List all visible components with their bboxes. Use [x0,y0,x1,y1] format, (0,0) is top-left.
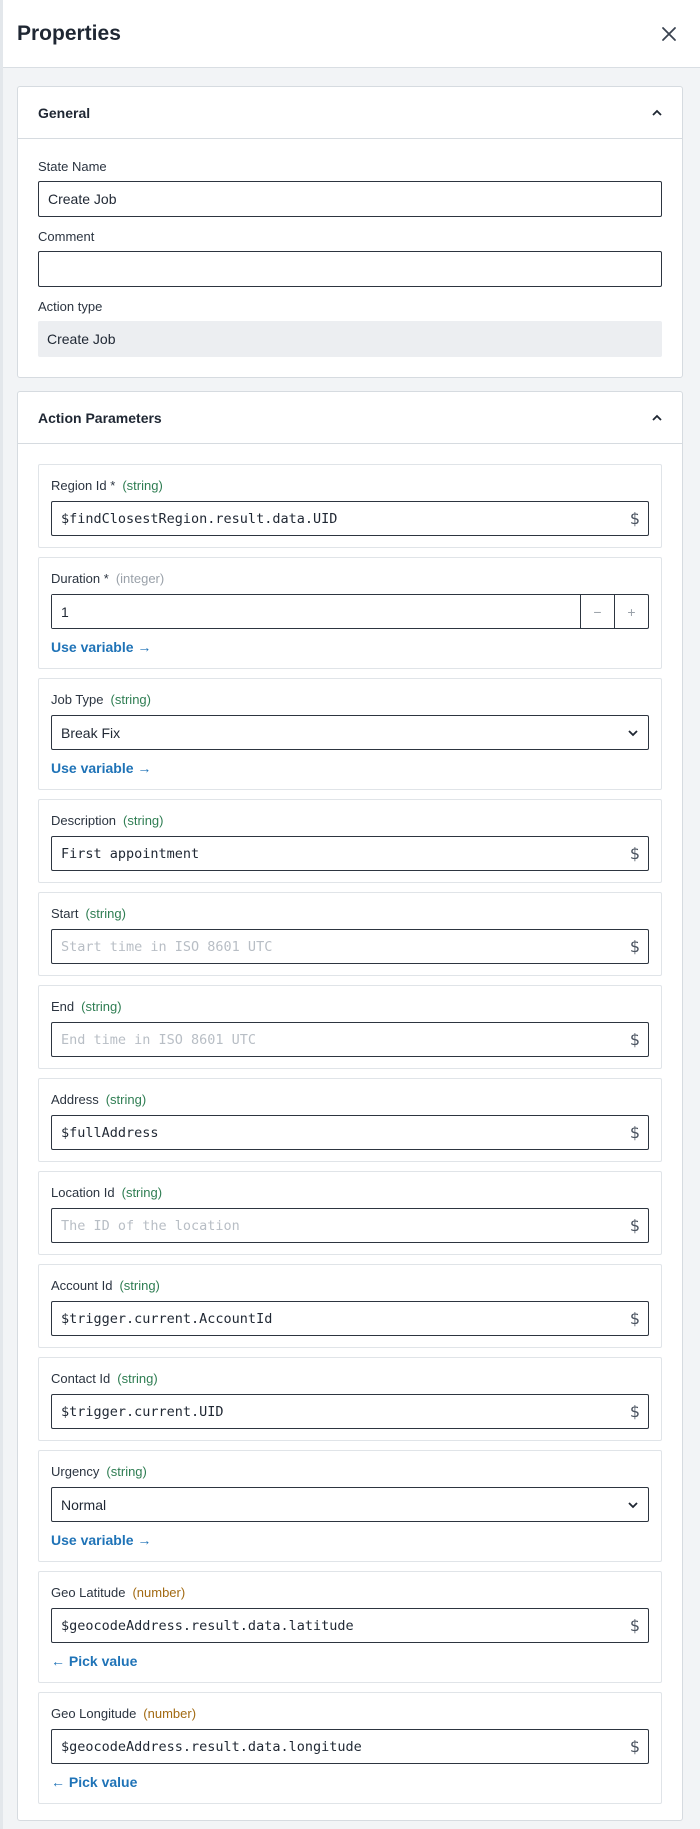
param-address: Address (string) $ [38,1078,662,1162]
page-title: Properties [17,21,121,45]
duration-input[interactable] [52,595,580,628]
action-type-value: Create Job [38,321,662,357]
select-value: Normal [61,1496,107,1513]
param-type: (string) [106,1464,147,1479]
param-label: Urgency [51,1464,100,1479]
action-parameters-section: Action Parameters Region Id * (string) $ [17,391,683,1821]
variable-picker-button[interactable]: $ [630,1395,640,1428]
location-id-input[interactable] [52,1209,648,1242]
properties-header: Properties [0,0,700,68]
param-urgency: Urgency (string) Normal Use variable → [38,1450,662,1562]
param-label: Location Id [51,1185,115,1200]
variable-picker-button[interactable]: $ [630,1023,640,1056]
use-variable-link[interactable]: Use variable → [51,639,151,655]
param-label: Geo Longitude [51,1706,137,1721]
use-variable-link[interactable]: Use variable → [51,760,151,776]
action-type-label: Action type [38,299,103,314]
start-input[interactable] [52,930,648,963]
urgency-select[interactable]: Normal [51,1487,649,1522]
chevron-down-icon [628,729,638,736]
close-icon [662,26,676,41]
param-geo-latitude: Geo Latitude (number) $ ← Pick value [38,1571,662,1683]
param-type: (string) [117,1371,158,1386]
param-type: (integer) [115,571,165,586]
account-id-input[interactable] [52,1302,648,1335]
variable-picker-button[interactable]: $ [630,1609,640,1642]
param-type: (number) [132,1585,186,1600]
contact-id-input[interactable] [52,1395,648,1428]
close-button[interactable] [655,20,683,48]
properties-content: General State Name Comment Action type C… [0,68,700,1821]
param-label: Address [51,1092,99,1107]
pick-value-link[interactable]: ← Pick value [51,1653,137,1669]
param-duration: Duration * (integer) − + Use variable → [38,557,662,669]
comment-input[interactable] [38,251,662,287]
param-type: (string) [122,478,163,493]
variable-picker-button[interactable]: $ [630,930,640,963]
use-variable-link[interactable]: Use variable → [51,1532,151,1548]
general-section: General State Name Comment Action type C… [17,86,683,378]
variable-picker-button[interactable]: $ [630,837,640,870]
param-type: (string) [119,1278,160,1293]
action-parameters-header[interactable]: Action Parameters [18,392,682,444]
action-parameters-title: Action Parameters [38,409,162,426]
chevron-down-icon [628,1501,638,1508]
geo-longitude-input[interactable] [52,1730,648,1763]
param-region-id: Region Id * (string) $ [38,464,662,548]
param-label: Region Id * [51,478,116,493]
select-value: Break Fix [61,724,121,741]
state-name-input[interactable] [38,181,662,217]
param-type: (number) [143,1706,197,1721]
param-type: (string) [85,906,126,921]
scrollbar[interactable] [0,0,3,1829]
param-label: Account Id [51,1278,113,1293]
param-label: Contact Id [51,1371,111,1386]
address-input[interactable] [52,1116,648,1149]
geo-latitude-input[interactable] [52,1609,648,1642]
region-id-input[interactable] [52,502,648,535]
action-parameters-body: Region Id * (string) $ Duration * (integ… [18,444,682,1820]
chevron-up-icon [652,109,662,116]
description-input[interactable] [52,837,648,870]
duration-stepper: − + [51,594,649,629]
job-type-select[interactable]: Break Fix [51,715,649,750]
pick-value-link[interactable]: ← Pick value [51,1774,137,1790]
variable-picker-button[interactable]: $ [630,1302,640,1335]
param-job-type: Job Type (string) Break Fix Use variable… [38,678,662,790]
param-type: (string) [123,813,164,828]
param-type: (string) [81,999,122,1014]
variable-picker-button[interactable]: $ [630,1116,640,1149]
param-type: (string) [105,1092,147,1107]
param-end: End (string) $ [38,985,662,1069]
param-label: Start [51,906,79,921]
param-start: Start (string) $ [38,892,662,976]
param-label: Geo Latitude [51,1585,126,1600]
comment-label: Comment [38,229,95,244]
param-location-id: Location Id (string) $ [38,1171,662,1255]
state-name-label: State Name [38,159,107,174]
param-label: End [51,999,75,1014]
param-type: (string) [121,1185,163,1200]
param-contact-id: Contact Id (string) $ [38,1357,662,1441]
general-section-header[interactable]: General [18,87,682,139]
end-input[interactable] [52,1023,648,1056]
decrement-button[interactable]: − [580,595,614,628]
param-label: Job Type [51,692,104,707]
increment-button[interactable]: + [614,595,648,628]
param-account-id: Account Id (string) $ [38,1264,662,1348]
chevron-up-icon [652,414,662,421]
variable-picker-button[interactable]: $ [630,1730,640,1763]
param-label: Duration * [51,571,109,586]
param-geo-longitude: Geo Longitude (number) $ ← Pick value [38,1692,662,1804]
variable-picker-button[interactable]: $ [630,502,640,535]
param-description: Description (string) $ [38,799,662,883]
general-section-body: State Name Comment Action type Create Jo… [18,139,682,377]
general-section-title: General [38,104,91,121]
param-label: Description [51,813,117,828]
param-type: (string) [110,692,151,707]
variable-picker-button[interactable]: $ [630,1209,640,1242]
